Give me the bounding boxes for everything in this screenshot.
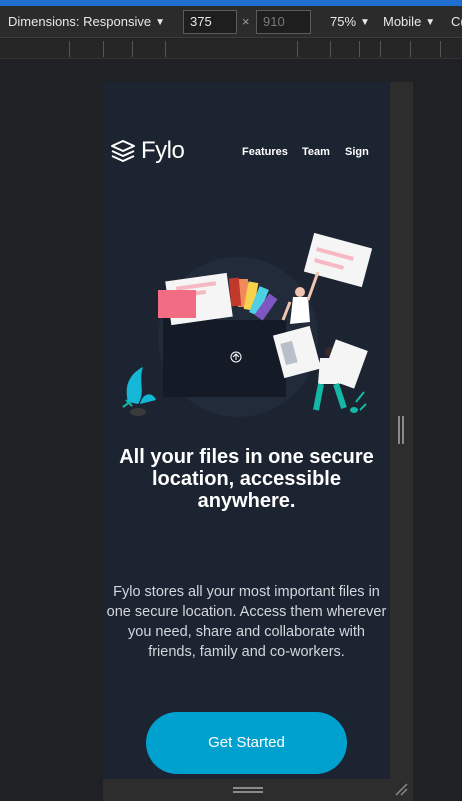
nav-link-sign[interactable]: Sign bbox=[345, 146, 369, 158]
zoom-value: 75% bbox=[330, 14, 357, 29]
nav-link-features[interactable]: Features bbox=[242, 146, 288, 158]
dimensions-label: Dimensions: Responsive bbox=[8, 14, 152, 29]
toolbar-overflow-text: C( bbox=[451, 14, 462, 29]
brand-logo[interactable]: Fylo bbox=[110, 137, 185, 165]
media-query-ruler bbox=[0, 39, 462, 59]
width-input[interactable]: 375 bbox=[183, 10, 237, 34]
nav-link-team[interactable]: Team bbox=[302, 146, 330, 158]
stack-logo-icon bbox=[111, 140, 135, 162]
device-mode-dropdown[interactable]: Mobile ▼ bbox=[383, 6, 435, 38]
resize-corner-icon[interactable] bbox=[394, 782, 408, 796]
dropdown-arrow-icon: ▼ bbox=[155, 17, 165, 28]
resize-grip-horizontal-icon[interactable] bbox=[233, 787, 263, 793]
dropdown-arrow-icon: ▼ bbox=[360, 17, 370, 28]
device-mode-value: Mobile bbox=[383, 14, 422, 29]
times-symbol: × bbox=[242, 14, 250, 29]
height-input[interactable]: 910 bbox=[256, 10, 311, 34]
zoom-dropdown[interactable]: 75% ▼ bbox=[330, 6, 370, 38]
hero-headline: All your files in one secure location, a… bbox=[119, 446, 374, 512]
device-viewport: Fylo Features Team Sign All your files i… bbox=[103, 82, 390, 779]
get-started-button[interactable]: Get Started bbox=[146, 712, 347, 774]
brand-name: Fylo bbox=[141, 137, 185, 164]
hero-description: Fylo stores all your most important file… bbox=[106, 584, 387, 660]
dimensions-dropdown[interactable]: Dimensions: Responsive ▼ bbox=[8, 6, 165, 38]
devtools-device-toolbar: Dimensions: Responsive ▼ 375 × 910 75% ▼ M… bbox=[0, 6, 462, 38]
resize-grip-vertical-icon[interactable] bbox=[398, 416, 404, 444]
dropdown-arrow-icon: ▼ bbox=[425, 17, 436, 28]
hero-illustration bbox=[122, 232, 373, 417]
